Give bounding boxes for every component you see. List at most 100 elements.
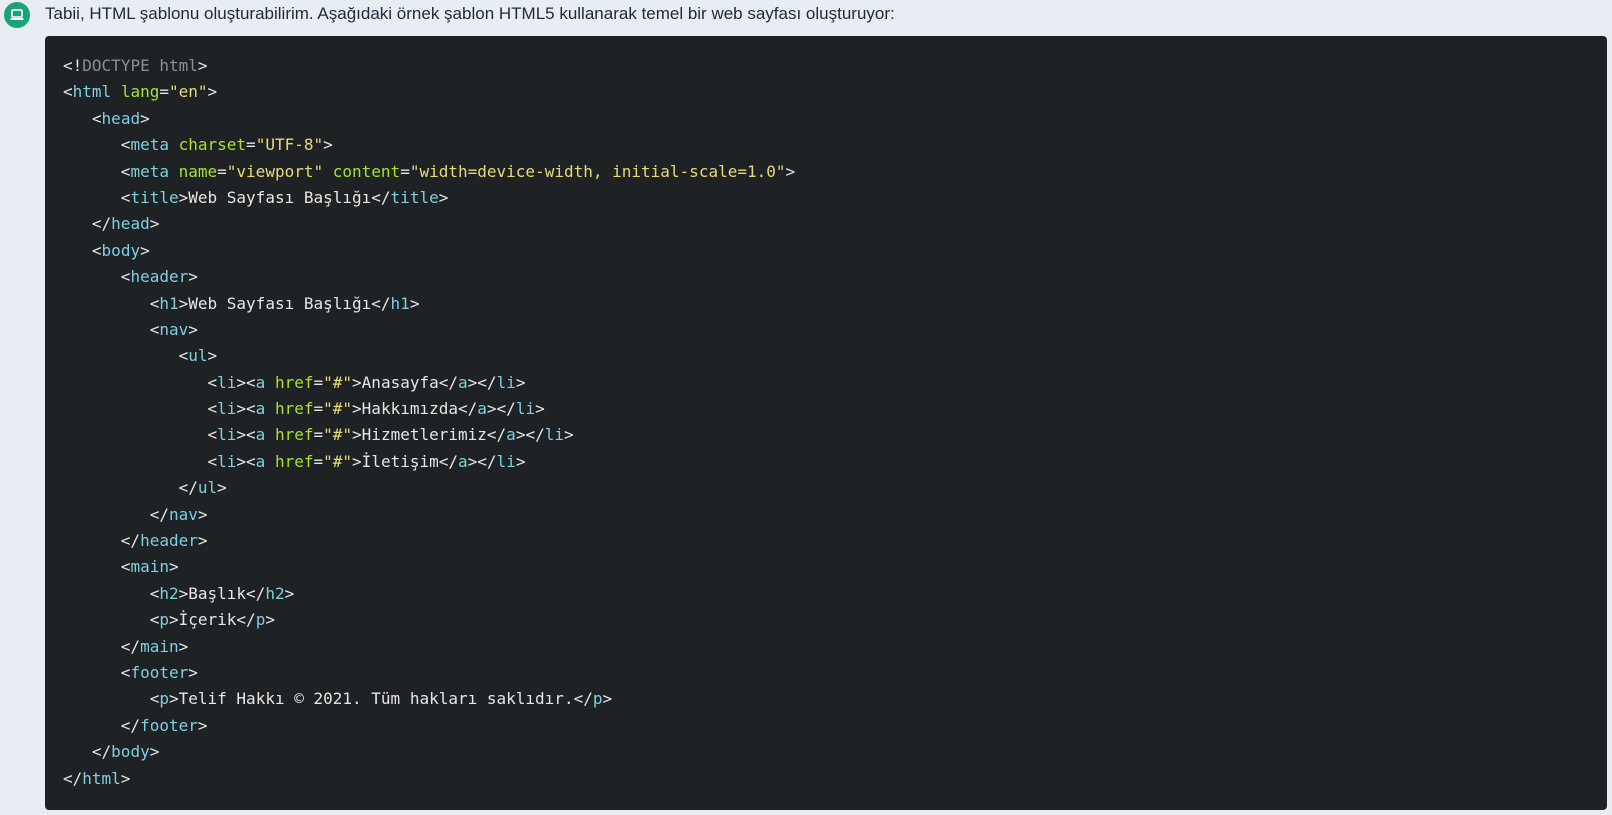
code-line: <!DOCTYPE html>	[63, 53, 1607, 79]
code-token-tag: body	[101, 240, 141, 260]
code-token-punc: >	[149, 742, 160, 762]
code-token-tag: ul	[197, 478, 218, 498]
code-token-punc: ></	[467, 451, 497, 471]
code-token-tag: head	[101, 108, 141, 128]
code-token-punc: </	[236, 610, 256, 630]
code-token-punc: ></	[467, 372, 497, 392]
code-token-punc: <	[207, 399, 218, 419]
code-token-punc: !	[72, 56, 83, 75]
code-token-tag: meta	[130, 161, 169, 181]
code-token-punc: <	[120, 267, 131, 287]
code-line: <meta name="viewport" content="width=dev…	[63, 159, 1607, 185]
code-token-tag: a	[255, 399, 266, 419]
code-token-attr: href	[274, 372, 314, 392]
code-token-tag: meta	[130, 135, 169, 155]
code-token-punc: ></	[515, 425, 545, 445]
code-token-punc: >	[265, 610, 275, 630]
code-token-tag: nav	[159, 319, 189, 339]
code-token-punc: <	[120, 187, 131, 207]
code-token-punc: >	[168, 689, 179, 709]
code-token-tag: footer	[130, 662, 189, 682]
code-token-tag: a	[255, 425, 266, 445]
code-token-tag: li	[217, 372, 237, 392]
code-line: </nav>	[63, 502, 1607, 528]
code-token-attr: name	[178, 161, 218, 181]
code-token-punc: </	[458, 399, 478, 419]
code-token-punc: >	[515, 372, 526, 392]
code-token-punc: =	[313, 425, 324, 445]
code-line: </header>	[63, 528, 1607, 554]
code-token-punc: >	[352, 425, 362, 445]
code-token-attr: lang	[120, 82, 160, 102]
code-token-punc: </	[438, 372, 458, 392]
code-token-punc: <	[63, 82, 73, 102]
code-token-punc: </	[63, 768, 83, 788]
code-token-punc: </	[91, 742, 112, 762]
code-line: <h1>Web Sayfası Başlığı</h1>	[63, 291, 1607, 317]
code-line: </body>	[63, 739, 1607, 765]
code-token-punc: ><	[236, 451, 256, 471]
code-line: <main>	[63, 554, 1607, 580]
code-token-punc: >	[515, 451, 526, 471]
code-token-punc: >	[178, 583, 189, 603]
code-token-punc: >	[178, 187, 189, 207]
code-token-tag: main	[140, 636, 179, 656]
code-token-punc: >	[323, 135, 333, 155]
code-token-punc: ><	[236, 372, 256, 392]
code-token-punc: <	[91, 240, 102, 260]
code-line: <ul>	[63, 343, 1607, 369]
code-token-str: "UTF-8"	[255, 135, 324, 155]
code-token-punc: ><	[236, 399, 256, 419]
code-token-text: Hakkımızda	[361, 399, 458, 419]
code-line: </ul>	[63, 475, 1607, 501]
code-token-punc: >	[352, 399, 362, 419]
code-token-punc: =	[159, 82, 169, 102]
code-token-punc: <	[149, 610, 160, 630]
code-token-tag: p	[159, 689, 169, 709]
code-token-tag: html	[82, 768, 121, 788]
assistant-message-text: Tabii, HTML şablonu oluşturabilirim. Aşa…	[45, 4, 895, 23]
code-line: <meta charset="UTF-8">	[63, 132, 1607, 158]
code-line: <head>	[63, 106, 1607, 132]
code-token-punc: <	[207, 425, 218, 445]
code-token-tag: title	[130, 187, 179, 207]
code-token-punc: >	[217, 478, 227, 498]
code-token-doctype: DOCTYPE html	[82, 56, 198, 75]
code-token-punc: </	[486, 425, 507, 445]
code-token-tag: li	[217, 399, 237, 419]
code-token-punc: >	[352, 372, 362, 392]
code-token-tag: li	[496, 372, 516, 392]
code-token-str: "viewport"	[226, 161, 324, 181]
code-token-punc: <	[149, 689, 160, 709]
code-token-tag: title	[390, 187, 439, 207]
code-token-tag: h2	[159, 583, 179, 603]
code-token-str: "#"	[323, 399, 353, 419]
code-token-tag: head	[111, 214, 150, 234]
code-token-punc: >	[178, 293, 189, 313]
code-line: </head>	[63, 211, 1607, 237]
code-token-punc: >	[197, 504, 208, 524]
code-block[interactable]: <!DOCTYPE html> <html lang="en"> <head> <…	[45, 36, 1607, 810]
code-token-punc: </	[573, 689, 593, 709]
code-token-punc: <	[178, 346, 189, 366]
code-token-punc: </	[178, 478, 198, 498]
code-token-punc: =	[313, 399, 324, 419]
